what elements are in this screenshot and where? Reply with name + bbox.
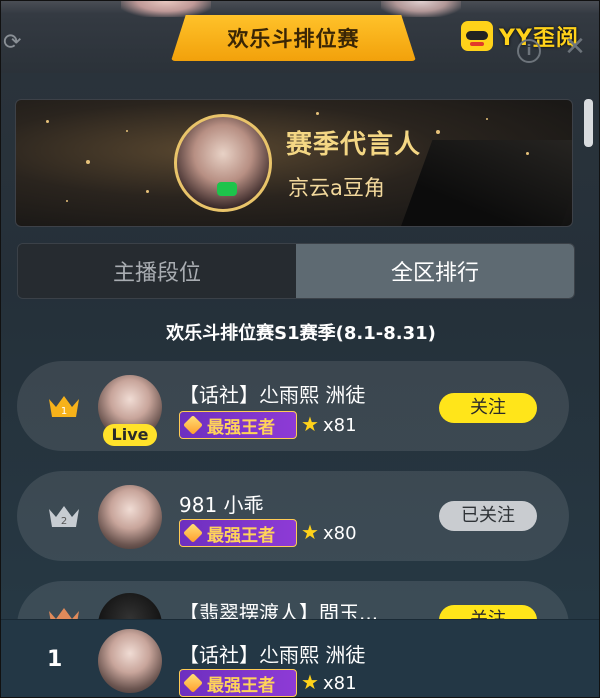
banner-subtitle: 京云a豆角: [288, 176, 385, 200]
rank-badge-label: 最强王者: [207, 525, 275, 546]
star-count: x81: [323, 673, 357, 694]
tab-anchor-rank[interactable]: 主播段位: [18, 244, 296, 298]
rank-badge: 最强王者: [179, 669, 297, 697]
tab-region-ranking[interactable]: 全区排行: [296, 244, 574, 298]
season-ambassador-banner[interactable]: 赛季代言人 京云a豆角: [15, 99, 573, 227]
sparkle: [66, 200, 68, 202]
scrollbar-thumb[interactable]: [584, 99, 593, 147]
banner-title: 赛季代言人: [286, 130, 422, 160]
svg-text:2: 2: [61, 516, 67, 527]
avatar[interactable]: [98, 629, 162, 693]
diamond-icon: [183, 523, 203, 543]
ranking-tabs: 主播段位 全区排行: [17, 243, 575, 299]
close-icon[interactable]: ✕: [562, 33, 588, 61]
yy-mascot-icon: [461, 21, 493, 51]
star-count: x81: [323, 415, 357, 436]
rank-badge: 最强王者: [179, 519, 297, 547]
star-icon: ★: [301, 520, 319, 544]
page-title: 欢乐斗排位赛: [171, 15, 416, 61]
diamond-icon: [183, 673, 203, 693]
rank-badge: 最强王者: [179, 411, 297, 439]
star-icon: ★: [301, 412, 319, 436]
ambassador-avatar[interactable]: [174, 114, 272, 212]
streamer-name: 981 小乖: [179, 493, 264, 517]
my-rank-number: 1: [47, 647, 63, 672]
followed-button[interactable]: 已关注: [439, 501, 537, 531]
sparkle: [316, 112, 319, 115]
diamond-icon: [183, 415, 203, 435]
sparkle: [486, 118, 488, 120]
stage-decoration: [399, 140, 572, 226]
sparkle: [436, 130, 440, 134]
refresh-icon[interactable]: ⟳: [3, 31, 27, 55]
video-background-left: [121, 1, 211, 17]
avatar-badge: [217, 182, 237, 196]
season-title: 欢乐斗排位赛S1赛季(8.1-8.31): [166, 323, 436, 344]
streamer-name: 【话社】尐雨熙 洲徒: [179, 383, 366, 407]
silver-crown-icon: 2: [47, 503, 81, 529]
ranking-panel: ⟳ 欢乐斗排位赛 YY歪阅 i ✕ 赛季代言人 京云a豆角 主播段位 全区排行 …: [0, 0, 600, 698]
sparkle: [46, 120, 49, 123]
info-icon[interactable]: i: [517, 39, 541, 63]
video-background-right: [381, 1, 461, 17]
star-count: x80: [323, 523, 357, 544]
rank-badge-label: 最强王者: [207, 417, 275, 438]
follow-button[interactable]: 关注: [439, 393, 537, 423]
sparkle: [146, 190, 149, 193]
sparkle: [86, 160, 90, 164]
gold-crown-icon: 1: [47, 393, 81, 419]
live-badge: Live: [103, 424, 157, 446]
avatar[interactable]: [98, 485, 162, 549]
sparkle: [526, 152, 529, 155]
my-name: 【话社】尐雨熙 洲徒: [179, 643, 366, 667]
svg-text:1: 1: [61, 406, 67, 417]
star-icon: ★: [301, 670, 319, 694]
sparkle: [126, 130, 128, 132]
rank-badge-label: 最强王者: [207, 675, 275, 696]
